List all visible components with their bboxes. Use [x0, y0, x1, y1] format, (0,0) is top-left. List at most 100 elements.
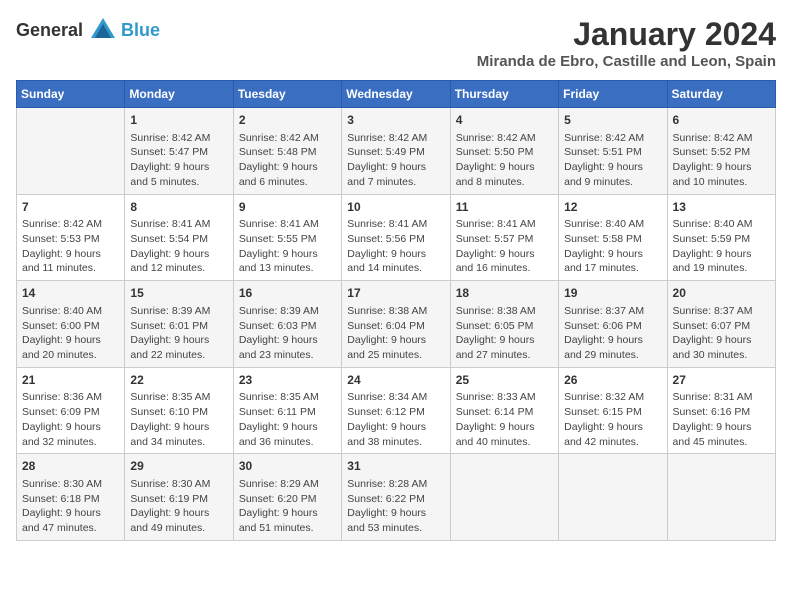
calendar-week-row: 21Sunrise: 8:36 AMSunset: 6:09 PMDayligh…: [17, 367, 776, 454]
calendar-cell: 15Sunrise: 8:39 AMSunset: 6:01 PMDayligh…: [125, 281, 233, 368]
day-number: 30: [239, 458, 336, 475]
column-header-thursday: Thursday: [450, 81, 558, 108]
calendar-cell: 1Sunrise: 8:42 AMSunset: 5:47 PMDaylight…: [125, 108, 233, 195]
cell-text: Daylight: 9 hours: [22, 333, 119, 348]
logo-icon: [89, 16, 117, 44]
cell-text: Sunset: 6:22 PM: [347, 492, 444, 507]
cell-text: and 22 minutes.: [130, 348, 227, 363]
day-number: 1: [130, 112, 227, 129]
day-number: 11: [456, 199, 553, 216]
cell-text: and 27 minutes.: [456, 348, 553, 363]
cell-text: Sunset: 5:57 PM: [456, 232, 553, 247]
cell-text: and 36 minutes.: [239, 435, 336, 450]
calendar-body: 1Sunrise: 8:42 AMSunset: 5:47 PMDaylight…: [17, 108, 776, 541]
calendar-cell: 2Sunrise: 8:42 AMSunset: 5:48 PMDaylight…: [233, 108, 341, 195]
day-number: 6: [673, 112, 770, 129]
day-number: 26: [564, 372, 661, 389]
cell-text: Daylight: 9 hours: [673, 247, 770, 262]
cell-text: Daylight: 9 hours: [22, 506, 119, 521]
calendar-cell: 4Sunrise: 8:42 AMSunset: 5:50 PMDaylight…: [450, 108, 558, 195]
column-header-monday: Monday: [125, 81, 233, 108]
cell-text: and 20 minutes.: [22, 348, 119, 363]
cell-text: Daylight: 9 hours: [347, 506, 444, 521]
calendar-cell: 8Sunrise: 8:41 AMSunset: 5:54 PMDaylight…: [125, 194, 233, 281]
cell-text: Sunset: 6:01 PM: [130, 319, 227, 334]
cell-text: Daylight: 9 hours: [239, 160, 336, 175]
cell-text: Sunrise: 8:38 AM: [456, 304, 553, 319]
cell-text: Sunrise: 8:37 AM: [673, 304, 770, 319]
calendar-cell: [559, 454, 667, 541]
calendar-cell: 6 Sunrise: 8:42 AMSunset: 5:52 PMDaylight…: [667, 108, 775, 195]
cell-text: and 40 minutes.: [456, 435, 553, 450]
cell-text: and 47 minutes.: [22, 521, 119, 536]
cell-text: and 11 minutes.: [22, 261, 119, 276]
cell-text: Daylight: 9 hours: [456, 160, 553, 175]
cell-text: Sunset: 5:50 PM: [456, 145, 553, 160]
day-number: 4: [456, 112, 553, 129]
day-number: 14: [22, 285, 119, 302]
cell-text: and 29 minutes.: [564, 348, 661, 363]
day-number: 12: [564, 199, 661, 216]
cell-text: Sunrise: 8:37 AM: [564, 304, 661, 319]
cell-text: Sunrise: 8:38 AM: [347, 304, 444, 319]
calendar-week-row: 7Sunrise: 8:42 AMSunset: 5:53 PMDaylight…: [17, 194, 776, 281]
cell-text: Sunrise: 8:40 AM: [673, 217, 770, 232]
day-number: 25: [456, 372, 553, 389]
calendar-cell: 29Sunrise: 8:30 AMSunset: 6:19 PMDayligh…: [125, 454, 233, 541]
calendar-cell: 19Sunrise: 8:37 AMSunset: 6:06 PMDayligh…: [559, 281, 667, 368]
column-header-tuesday: Tuesday: [233, 81, 341, 108]
cell-text: Sunset: 5:52 PM: [673, 145, 770, 160]
calendar-cell: 28Sunrise: 8:30 AMSunset: 6:18 PMDayligh…: [17, 454, 125, 541]
title-block: January 2024 Miranda de Ebro, Castille a…: [477, 16, 776, 70]
cell-text: Sunrise: 8:42 AM: [130, 131, 227, 146]
cell-text: Daylight: 9 hours: [239, 420, 336, 435]
column-header-friday: Friday: [559, 81, 667, 108]
cell-text: Daylight: 9 hours: [564, 420, 661, 435]
calendar-cell: 23Sunrise: 8:35 AMSunset: 6:11 PMDayligh…: [233, 367, 341, 454]
cell-text: Daylight: 9 hours: [673, 333, 770, 348]
day-number: 7: [22, 199, 119, 216]
day-number: 8: [130, 199, 227, 216]
cell-text: and 30 minutes.: [673, 348, 770, 363]
cell-text: and 5 minutes.: [130, 175, 227, 190]
day-number: 13: [673, 199, 770, 216]
cell-text: Daylight: 9 hours: [456, 333, 553, 348]
cell-text: Sunset: 6:20 PM: [239, 492, 336, 507]
cell-text: Sunset: 5:51 PM: [564, 145, 661, 160]
cell-text: Sunset: 6:06 PM: [564, 319, 661, 334]
location-title: Miranda de Ebro, Castille and Leon, Spai…: [477, 53, 776, 70]
calendar-cell: [667, 454, 775, 541]
cell-text: Daylight: 9 hours: [130, 420, 227, 435]
cell-text: Sunset: 5:56 PM: [347, 232, 444, 247]
cell-text: Sunrise: 8:39 AM: [239, 304, 336, 319]
cell-text: Sunrise: 8:42 AM: [239, 131, 336, 146]
cell-text: Daylight: 9 hours: [130, 506, 227, 521]
cell-text: Sunset: 5:49 PM: [347, 145, 444, 160]
calendar-cell: 13Sunrise: 8:40 AMSunset: 5:59 PMDayligh…: [667, 194, 775, 281]
cell-text: and 6 minutes.: [239, 175, 336, 190]
logo-blue: Blue: [121, 20, 160, 41]
calendar-cell: 9Sunrise: 8:41 AMSunset: 5:55 PMDaylight…: [233, 194, 341, 281]
cell-text: Sunset: 6:09 PM: [22, 405, 119, 420]
logo: General Blue: [16, 16, 160, 44]
calendar-week-row: 28Sunrise: 8:30 AMSunset: 6:18 PMDayligh…: [17, 454, 776, 541]
cell-text: Daylight: 9 hours: [564, 333, 661, 348]
logo-general: General: [16, 20, 83, 41]
cell-text: Daylight: 9 hours: [347, 333, 444, 348]
cell-text: Sunrise: 8:42 AM: [673, 131, 770, 146]
cell-text: Sunset: 6:15 PM: [564, 405, 661, 420]
day-number: 2: [239, 112, 336, 129]
day-number: 24: [347, 372, 444, 389]
cell-text: Sunrise: 8:42 AM: [347, 131, 444, 146]
calendar-cell: 10Sunrise: 8:41 AMSunset: 5:56 PMDayligh…: [342, 194, 450, 281]
column-header-sunday: Sunday: [17, 81, 125, 108]
cell-text: and 14 minutes.: [347, 261, 444, 276]
cell-text: Daylight: 9 hours: [347, 247, 444, 262]
cell-text: and 16 minutes.: [456, 261, 553, 276]
cell-text: Daylight: 9 hours: [22, 247, 119, 262]
cell-text: Daylight: 9 hours: [673, 160, 770, 175]
calendar-cell: 3Sunrise: 8:42 AMSunset: 5:49 PMDaylight…: [342, 108, 450, 195]
cell-text: Sunset: 6:12 PM: [347, 405, 444, 420]
calendar-week-row: 14Sunrise: 8:40 AMSunset: 6:00 PMDayligh…: [17, 281, 776, 368]
cell-text: and 38 minutes.: [347, 435, 444, 450]
